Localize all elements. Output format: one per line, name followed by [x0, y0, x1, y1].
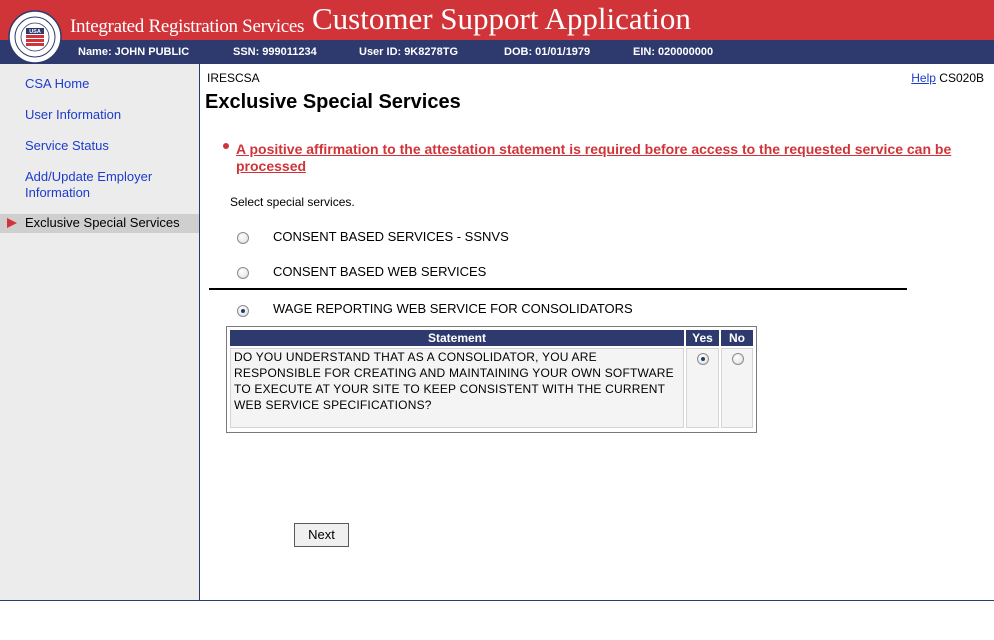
service-radio-consent-web[interactable] — [237, 267, 249, 279]
user-name: Name: JOHN PUBLIC — [78, 46, 190, 58]
app-title: Customer Support Application — [312, 1, 691, 36]
error-bullet-icon — [223, 143, 229, 149]
no-header: No — [721, 330, 753, 346]
footer-divider — [0, 600, 994, 601]
error-message: A positive affirmation to the attestatio… — [236, 141, 952, 174]
sidebar-item-exclusive-special-services[interactable]: Exclusive Special Services — [0, 214, 199, 233]
service-label-consent-web: CONSENT BASED WEB SERVICES — [273, 264, 487, 279]
sidebar-nav: CSA Home User Information Service Status… — [0, 64, 200, 600]
user-ein: EIN: 020000000 — [633, 46, 714, 58]
service-radio-wage-reporting[interactable] — [237, 305, 249, 317]
svg-text:USA: USA — [29, 29, 41, 35]
divider — [209, 288, 907, 290]
statement-no-radio[interactable] — [732, 353, 744, 365]
page-title: Exclusive Special Services — [205, 91, 461, 113]
help-link[interactable]: Help — [911, 71, 936, 85]
sidebar-item-service-status[interactable]: Service Status — [25, 138, 195, 154]
user-id: User ID: 9K8278TG — [359, 46, 458, 58]
statement-yes-radio[interactable] — [697, 353, 709, 365]
sidebar-item-csa-home[interactable]: CSA Home — [25, 76, 195, 92]
active-arrow-icon — [7, 218, 17, 228]
user-info-bar: Name: JOHN PUBLIC SSN: 999011234 User ID: 9… — [0, 40, 994, 64]
ssa-seal-logo: USA — [8, 10, 62, 64]
screen-id: CS020B — [939, 71, 984, 85]
instruction-text: Select special services. — [230, 195, 355, 209]
service-label-wage-reporting: WAGE REPORTING WEB SERVICE FOR CONSOLIDA… — [273, 301, 633, 316]
service-radio-ssnvs[interactable] — [237, 232, 249, 244]
screen-code: IRESCSA — [207, 71, 260, 85]
service-label-ssnvs: CONSENT BASED SERVICES - SSNVS — [273, 229, 509, 244]
sidebar-item-add-update-employer[interactable]: Add/Update Employer Information — [25, 169, 195, 201]
next-button[interactable]: Next — [294, 523, 349, 547]
sidebar-item-label: Exclusive Special Services — [25, 215, 180, 230]
statement-header: Statement — [230, 330, 684, 346]
yes-header: Yes — [686, 330, 719, 346]
app-subtitle: Integrated Registration Services — [70, 16, 305, 37]
user-ssn: SSN: 999011234 — [233, 46, 317, 58]
help-area: Help CS020B — [911, 71, 984, 85]
sidebar-item-user-information[interactable]: User Information — [25, 107, 195, 123]
statement-table: Statement Yes No DO YOU UNDERSTAND THAT … — [226, 326, 757, 433]
user-dob: DOB: 01/01/1979 — [504, 46, 591, 58]
statement-text: DO YOU UNDERSTAND THAT AS A CONSOLIDATOR… — [234, 350, 674, 412]
